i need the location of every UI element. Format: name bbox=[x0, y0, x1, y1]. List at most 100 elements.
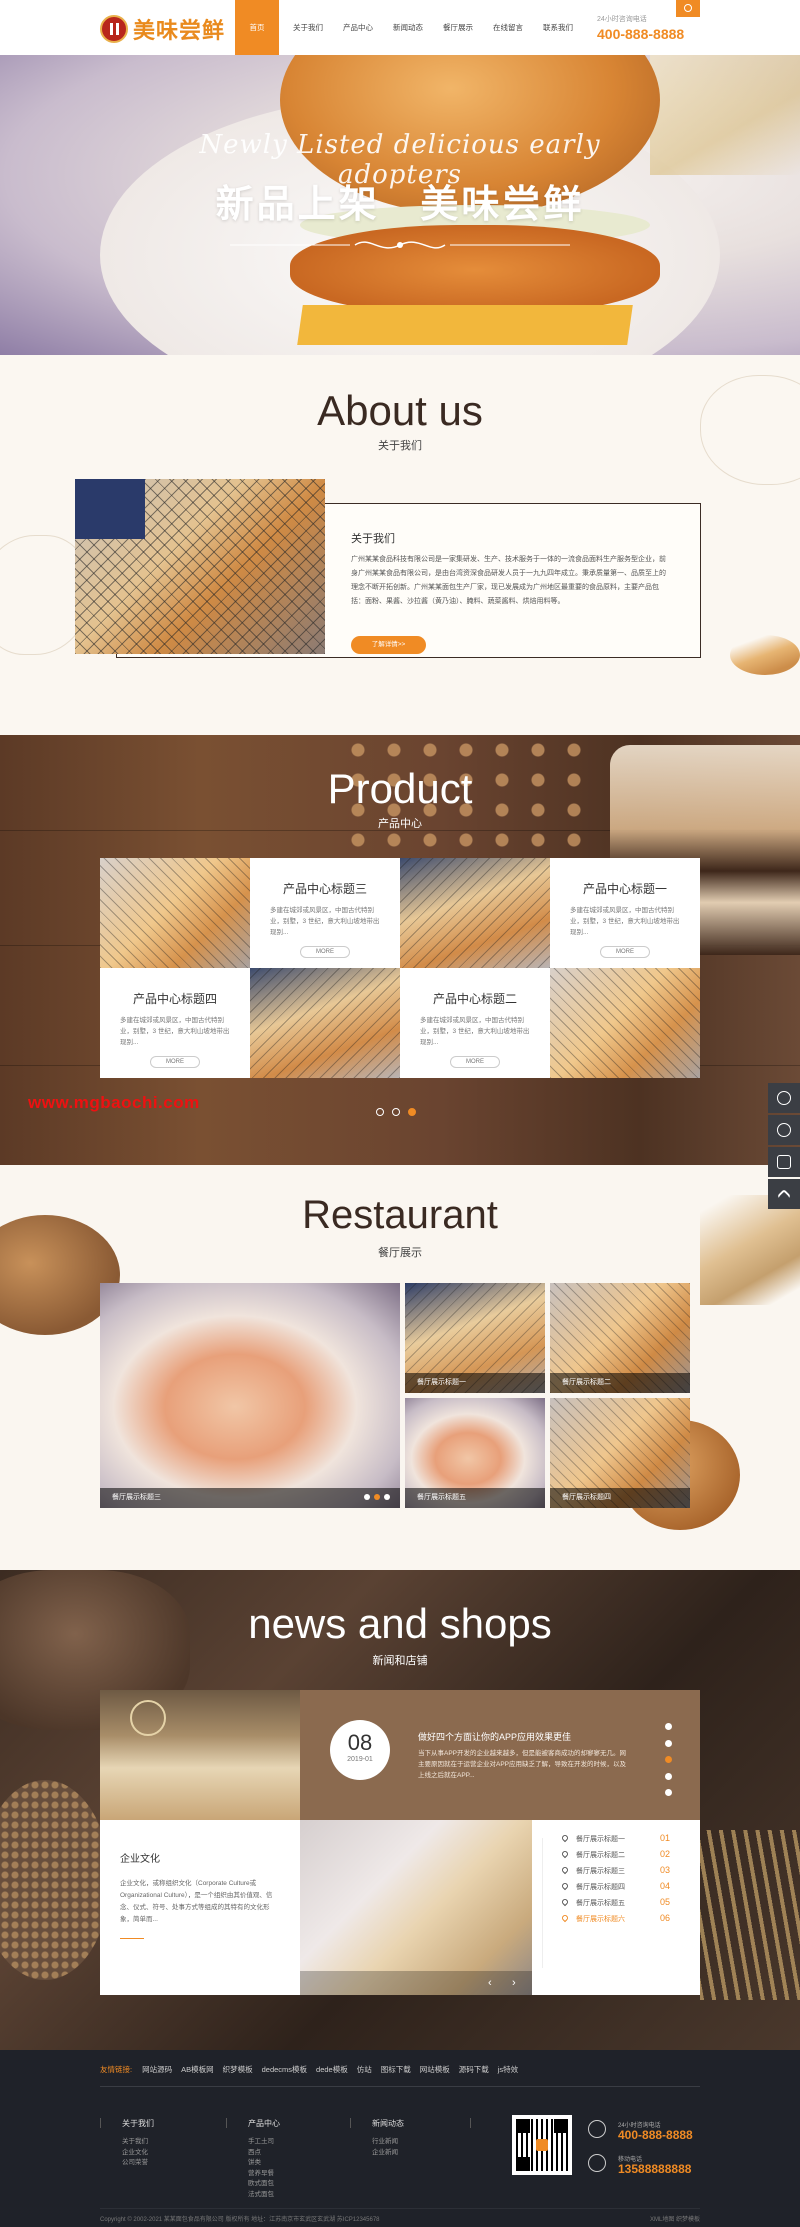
nav-about[interactable]: 关于我们 bbox=[283, 0, 333, 55]
news-pager[interactable] bbox=[665, 1723, 673, 1806]
footer-link[interactable]: 关于我们 bbox=[122, 2137, 154, 2148]
restaurant-gallery-item[interactable]: 餐厅展示标题五 bbox=[405, 1398, 545, 1508]
friend-link[interactable]: 仿站 bbox=[357, 2064, 372, 2075]
news-slider-image[interactable]: ‹ › bbox=[300, 1820, 532, 1995]
product-image[interactable] bbox=[250, 968, 400, 1078]
footer-link[interactable]: 手工土司 bbox=[248, 2137, 280, 2148]
footer-link[interactable]: 欧式面包 bbox=[248, 2179, 280, 2190]
product-more-button[interactable]: MORE bbox=[300, 946, 350, 958]
friend-links-label: 友情链接: bbox=[100, 2065, 133, 2074]
product-pager-dot[interactable] bbox=[392, 1108, 400, 1116]
footer-right-links[interactable]: XML地图 织梦模板 bbox=[650, 2214, 700, 2223]
side-phone-button[interactable] bbox=[768, 1115, 800, 1145]
pager-dot[interactable] bbox=[665, 1772, 672, 1780]
restaurant-gallery-item[interactable]: 餐厅展示标题四 bbox=[550, 1398, 690, 1508]
shop-list-item[interactable]: 餐厅展示标题五 05 bbox=[532, 1896, 700, 1912]
pager-dot[interactable] bbox=[665, 1739, 672, 1747]
user-icon bbox=[777, 1091, 791, 1105]
about-heading: 关于我们 bbox=[351, 533, 395, 545]
next-arrow-icon[interactable]: › bbox=[512, 1977, 516, 1989]
grain-decoration bbox=[0, 1780, 110, 1980]
product-card[interactable]: 产品中心标题一 多建在城郊或风景区，中国古代特别业，别墅，3 世纪，意大利山坡地… bbox=[550, 858, 700, 968]
product-pager-dot-active[interactable] bbox=[408, 1108, 416, 1116]
shop-list-label: 餐厅展示标题四 bbox=[576, 1884, 625, 1891]
pager-dot[interactable] bbox=[384, 1494, 390, 1500]
pager-dot-active[interactable] bbox=[374, 1494, 380, 1500]
product-more-button[interactable]: MORE bbox=[600, 946, 650, 958]
search-icon[interactable] bbox=[676, 0, 700, 17]
product-image[interactable] bbox=[550, 968, 700, 1078]
footer-link[interactable]: 行业新闻 bbox=[372, 2137, 404, 2148]
footer-col-title: 产品中心 bbox=[248, 2119, 280, 2128]
pager-dot[interactable] bbox=[665, 1789, 672, 1796]
side-consult-button[interactable] bbox=[768, 1083, 800, 1113]
copyright: Copyright © 2002-2021 某某面包食品有限公司 版权所有 地址… bbox=[100, 2217, 380, 2223]
nav-contact[interactable]: 联系我们 bbox=[533, 0, 583, 55]
restaurant-section: Restaurant 餐厅展示 餐厅展示标题三 餐厅展示标题一 餐厅展示标题二 … bbox=[0, 1165, 800, 1570]
logo-text: 美味尝鲜 bbox=[133, 18, 226, 44]
product-image[interactable] bbox=[100, 858, 250, 968]
product-card[interactable]: 产品中心标题二 多建在城郊或风景区，中国古代特别业，别墅，3 世纪，意大利山坡地… bbox=[400, 968, 550, 1078]
restaurant-gallery-main[interactable]: 餐厅展示标题三 bbox=[100, 1283, 400, 1508]
friend-link[interactable]: 源码下载 bbox=[459, 2064, 489, 2075]
nav-products[interactable]: 产品中心 bbox=[333, 0, 383, 55]
side-qr-button[interactable] bbox=[768, 1147, 800, 1177]
footer-link[interactable]: 企业新闻 bbox=[372, 2148, 404, 2159]
divider bbox=[100, 2208, 700, 2209]
shop-list-label: 餐厅展示标题五 bbox=[576, 1900, 625, 1907]
product-more-button[interactable]: MORE bbox=[450, 1056, 500, 1068]
product-more-button[interactable]: MORE bbox=[150, 1056, 200, 1068]
friend-link[interactable]: 图标下载 bbox=[381, 2064, 411, 2075]
prev-arrow-icon[interactable]: ‹ bbox=[488, 1977, 492, 1989]
pager-dot-active[interactable] bbox=[665, 1756, 672, 1763]
friend-link[interactable]: dede模板 bbox=[316, 2064, 348, 2075]
product-pager-dot[interactable] bbox=[376, 1108, 384, 1116]
footer-link[interactable]: 饼类 bbox=[248, 2158, 280, 2169]
pager-dot[interactable] bbox=[665, 1723, 672, 1730]
news-headline[interactable]: 做好四个方面让你的APP应用效果更佳 bbox=[418, 1730, 571, 1743]
friend-link[interactable]: dedecms模板 bbox=[262, 2064, 307, 2075]
footer-link[interactable]: 营养早餐 bbox=[248, 2169, 280, 2180]
news-feature[interactable]: 08 2019-01 做好四个方面让你的APP应用效果更佳 当下从事APP开发的… bbox=[300, 1690, 700, 1820]
product-title: Product bbox=[327, 765, 473, 812]
watermark-text: www.mgbaochi.com bbox=[28, 1093, 200, 1112]
shop-list-item[interactable]: 餐厅展示标题二 02 bbox=[532, 1848, 700, 1864]
friend-link[interactable]: AB模板网 bbox=[181, 2064, 214, 2075]
nav-restaurant[interactable]: 餐厅展示 bbox=[433, 0, 483, 55]
product-card[interactable]: 产品中心标题三 多建在城郊或风景区，中国古代特别业，别墅，3 世纪，意大利山坡地… bbox=[250, 858, 400, 968]
nav-news[interactable]: 新闻动态 bbox=[383, 0, 433, 55]
location-pin-icon bbox=[560, 1913, 570, 1923]
company-culture-card[interactable]: 企业文化 企业文化，或称组织文化（Corporate Culture或Organ… bbox=[100, 1820, 300, 1995]
restaurant-gallery-item[interactable]: 餐厅展示标题一 bbox=[405, 1283, 545, 1393]
pager-dot[interactable] bbox=[364, 1494, 370, 1500]
shop-list-item[interactable]: 餐厅展示标题四 04 bbox=[532, 1880, 700, 1896]
restaurant-pager[interactable] bbox=[364, 1494, 390, 1500]
footer-col-products: 产品中心 手工土司 西点 饼类 营养早餐 欧式面包 法式面包 bbox=[248, 2118, 280, 2200]
product-card[interactable]: 产品中心标题四 多建在城郊或风景区，中国古代特别业，别墅，3 世纪，意大利山坡地… bbox=[100, 968, 250, 1078]
footer-link[interactable]: 公司荣誉 bbox=[122, 2158, 154, 2169]
restaurant-gallery-item[interactable]: 餐厅展示标题二 bbox=[550, 1283, 690, 1393]
shop-list-number: 03 bbox=[660, 1865, 671, 1875]
shop-photo[interactable] bbox=[100, 1690, 300, 1820]
friend-link[interactable]: 网站源码 bbox=[142, 2064, 172, 2075]
friend-link[interactable]: 网站模板 bbox=[420, 2064, 450, 2075]
logo[interactable]: 美味尝鲜 bbox=[100, 13, 225, 45]
main-nav: 首页 关于我们 产品中心 新闻动态 餐厅展示 在线留言 联系我们 bbox=[235, 0, 583, 55]
product-card-title: 产品中心标题二 bbox=[432, 992, 517, 1006]
friend-link[interactable]: 织梦模板 bbox=[223, 2064, 253, 2075]
about-subtitle: 关于我们 bbox=[378, 440, 422, 452]
product-subtitle: 产品中心 bbox=[378, 818, 422, 830]
nav-message[interactable]: 在线留言 bbox=[483, 0, 533, 55]
nav-home[interactable]: 首页 bbox=[235, 0, 279, 55]
shop-list-item[interactable]: 餐厅展示标题一 01 bbox=[532, 1832, 700, 1848]
footer-link[interactable]: 企业文化 bbox=[122, 2148, 154, 2159]
footer-link[interactable]: 法式面包 bbox=[248, 2190, 280, 2201]
product-image[interactable] bbox=[400, 858, 550, 968]
shop-list-item[interactable]: 餐厅展示标题三 03 bbox=[532, 1864, 700, 1880]
footer-link[interactable]: 西点 bbox=[248, 2148, 280, 2159]
friend-link[interactable]: js特效 bbox=[498, 2064, 518, 2075]
side-top-button[interactable] bbox=[768, 1179, 800, 1209]
shop-list-number: 05 bbox=[660, 1897, 671, 1907]
about-more-button[interactable]: 了解详情>> bbox=[351, 636, 426, 654]
shop-list-item-active[interactable]: 餐厅展示标题六 06 bbox=[532, 1912, 700, 1928]
